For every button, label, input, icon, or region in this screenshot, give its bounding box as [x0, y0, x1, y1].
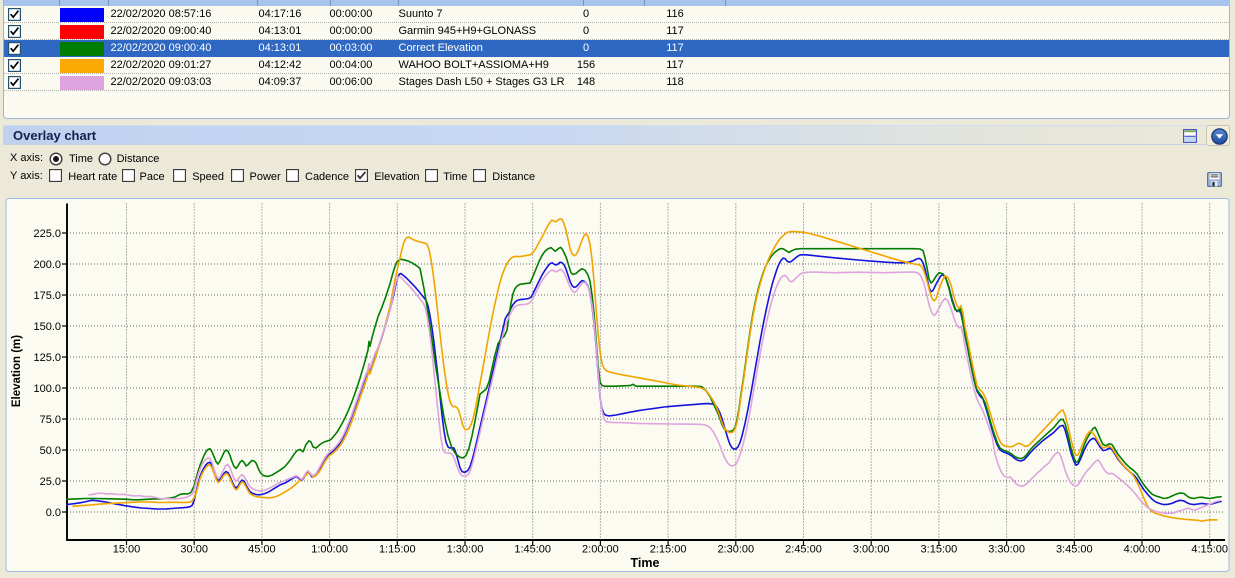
svg-text:0.0: 0.0	[46, 507, 61, 519]
svg-text:30:00: 30:00	[180, 544, 208, 556]
svg-text:75.0: 75.0	[40, 414, 61, 426]
svg-text:1:00:00: 1:00:00	[311, 544, 348, 556]
svg-text:125.0: 125.0	[33, 352, 61, 364]
svg-text:3:00:00: 3:00:00	[853, 544, 890, 556]
svg-text:3:15:00: 3:15:00	[921, 544, 958, 556]
svg-text:4:00:00: 4:00:00	[1124, 544, 1161, 556]
svg-text:100.0: 100.0	[33, 383, 61, 395]
svg-text:2:00:00: 2:00:00	[582, 544, 619, 556]
svg-text:Time: Time	[631, 556, 660, 570]
svg-text:25.0: 25.0	[40, 476, 61, 488]
svg-text:1:45:00: 1:45:00	[514, 544, 551, 556]
svg-text:4:15:00: 4:15:00	[1191, 544, 1228, 556]
svg-text:50.0: 50.0	[40, 445, 61, 457]
svg-text:2:30:00: 2:30:00	[717, 544, 754, 556]
svg-text:2:45:00: 2:45:00	[785, 544, 822, 556]
svg-text:225.0: 225.0	[33, 228, 61, 240]
svg-text:1:15:00: 1:15:00	[379, 544, 416, 556]
svg-text:1:30:00: 1:30:00	[447, 544, 484, 556]
svg-text:2:15:00: 2:15:00	[650, 544, 687, 556]
svg-text:150.0: 150.0	[33, 321, 61, 333]
svg-text:3:45:00: 3:45:00	[1056, 544, 1093, 556]
svg-text:175.0: 175.0	[33, 290, 61, 302]
svg-text:200.0: 200.0	[33, 259, 61, 271]
svg-text:45:00: 45:00	[248, 544, 276, 556]
svg-text:Elevation (m): Elevation (m)	[11, 335, 23, 407]
svg-text:3:30:00: 3:30:00	[988, 544, 1025, 556]
svg-text:15:00: 15:00	[113, 544, 141, 556]
